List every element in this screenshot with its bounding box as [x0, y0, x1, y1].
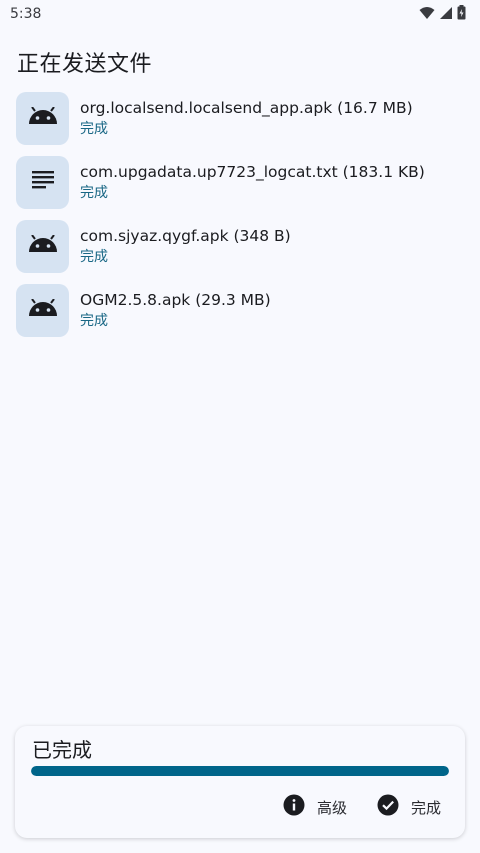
advanced-button-label: 高级: [316, 798, 347, 817]
done-button[interactable]: 完成: [377, 794, 441, 820]
done-button-label: 完成: [410, 798, 441, 817]
file-name: OGM2.5.8.apk (29.3 MB): [80, 291, 271, 309]
android-icon: [28, 298, 58, 321]
text-file-icon: [31, 171, 54, 193]
file-list: org.localsend.localsend_app.apk (16.7 MB…: [16, 86, 464, 342]
file-name: com.upgadata.up7723_logcat.txt (183.1 KB…: [80, 163, 425, 181]
status-time: 5:38: [10, 6, 42, 22]
battery-charging-icon: [457, 4, 466, 24]
file-item: com.sjyaz.qygf.apk (348 B) 完成: [16, 214, 464, 278]
file-status: 完成: [80, 313, 108, 329]
android-icon: [28, 106, 58, 129]
progress-bar-fill: [31, 766, 449, 776]
file-icon-container: [16, 283, 69, 337]
progress-bar: [31, 766, 449, 776]
card-actions: 高级 完成: [283, 794, 441, 820]
status-bar: 5:38: [0, 0, 480, 28]
advanced-button[interactable]: 高级: [283, 794, 347, 820]
file-icon-container: [16, 155, 69, 209]
file-item: OGM2.5.8.apk (29.3 MB) 完成: [16, 278, 464, 342]
file-status: 完成: [80, 185, 108, 201]
wifi-icon: [419, 5, 435, 24]
file-item: com.upgadata.up7723_logcat.txt (183.1 KB…: [16, 150, 464, 214]
file-name: org.localsend.localsend_app.apk (16.7 MB…: [80, 99, 413, 117]
file-status: 完成: [80, 121, 108, 137]
progress-title: 已完成: [32, 738, 92, 762]
file-icon-container: [16, 219, 69, 273]
file-name: com.sjyaz.qygf.apk (348 B): [80, 227, 291, 245]
file-item: org.localsend.localsend_app.apk (16.7 MB…: [16, 86, 464, 150]
check-circle-icon: [377, 794, 399, 820]
progress-card: 已完成 高级 完成: [15, 726, 465, 838]
page-title: 正在发送文件: [17, 52, 153, 77]
signal-icon: [439, 5, 453, 24]
status-icons: [419, 4, 466, 24]
file-status: 完成: [80, 249, 108, 265]
info-icon: [283, 794, 305, 820]
file-icon-container: [16, 91, 69, 145]
android-icon: [28, 234, 58, 257]
